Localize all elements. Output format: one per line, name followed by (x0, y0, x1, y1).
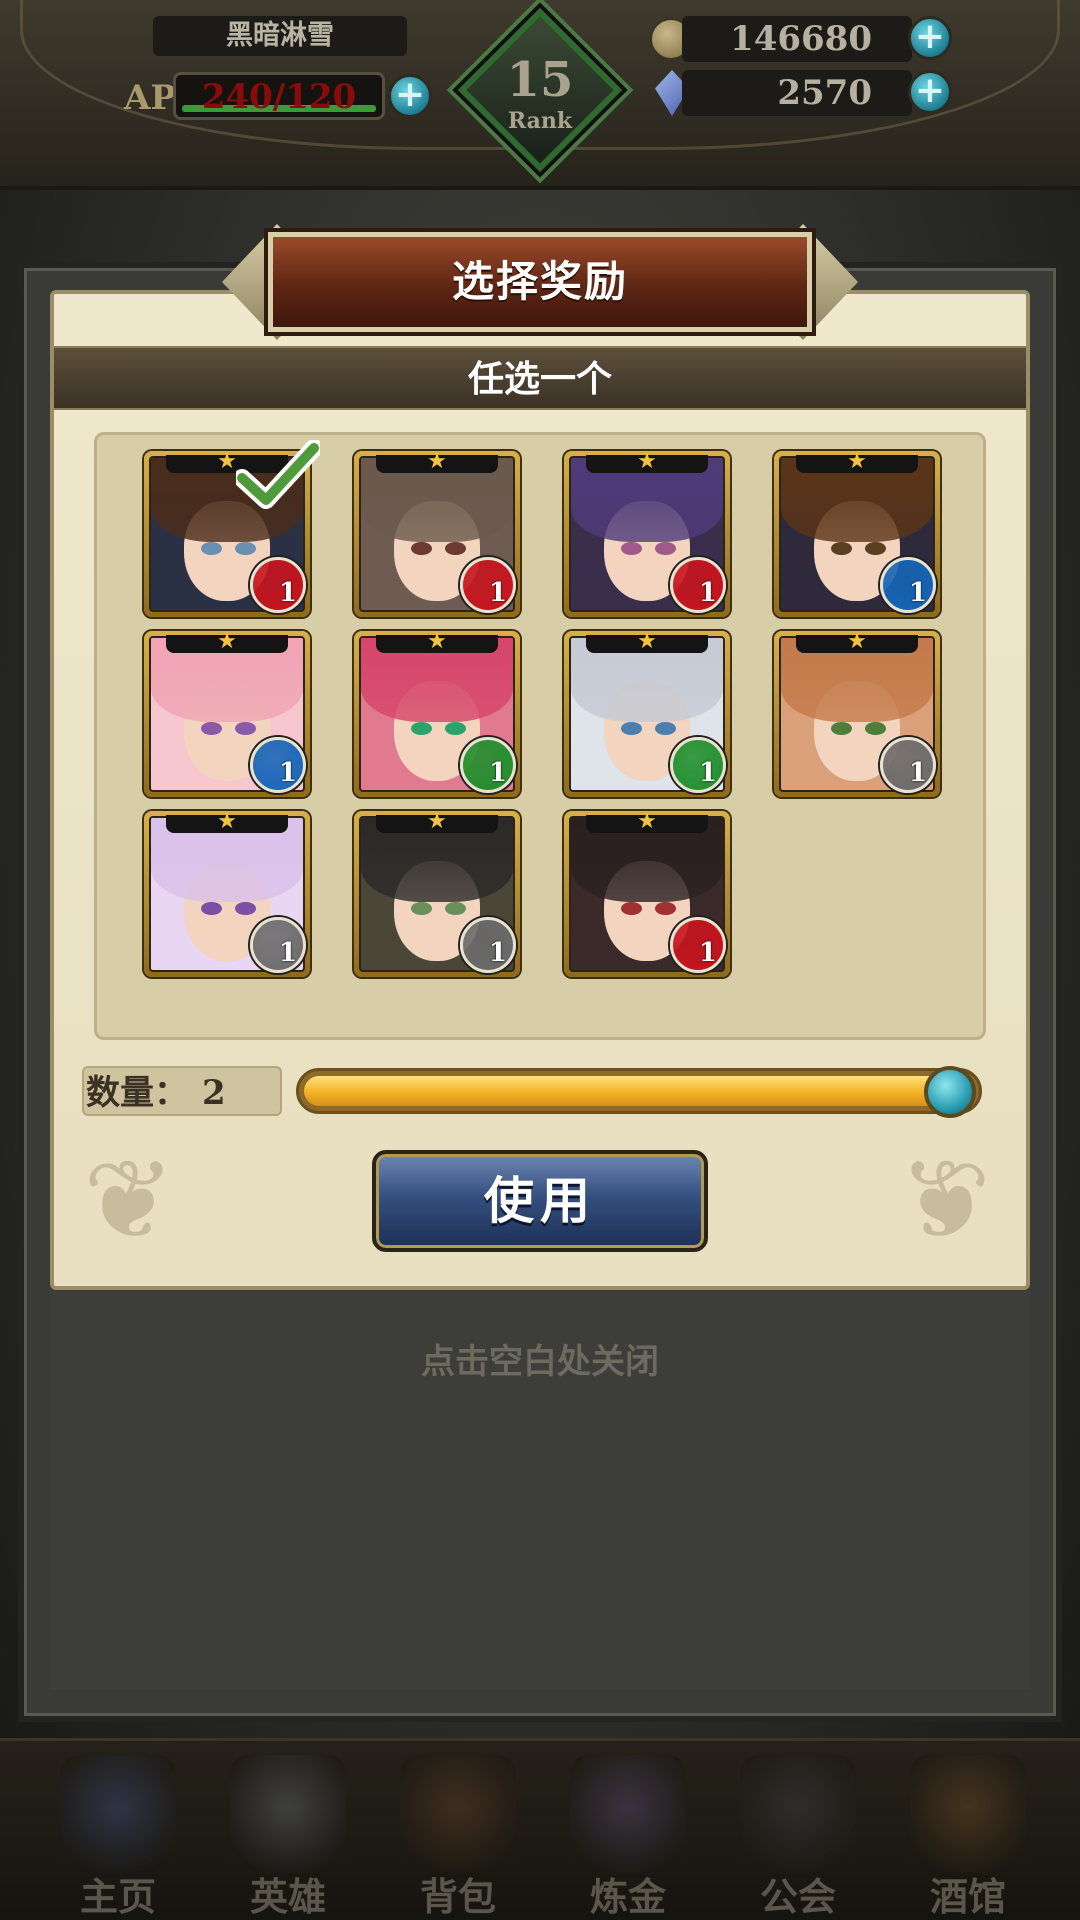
rank-badge[interactable]: 15 Rank (457, 7, 623, 173)
hero-card[interactable]: ★ 1 (564, 631, 730, 797)
left-flourish-ornament: ❦ (82, 1136, 176, 1264)
sword-class-icon: 1 (460, 557, 516, 613)
subtitle-bar: 任选一个 (54, 346, 1026, 410)
hero-eye (234, 901, 256, 916)
hero-card[interactable]: ★ 1 (774, 631, 940, 797)
ap-bar: 240/120 (173, 72, 385, 120)
hero-level: 1 (278, 938, 297, 968)
star-icon: ★ (847, 449, 867, 474)
hero-card[interactable]: ★ 1 (354, 631, 520, 797)
hero-level: 1 (698, 938, 717, 968)
hero-star-bar: ★ (376, 811, 498, 833)
hero-star-bar: ★ (166, 811, 288, 833)
hero-level: 1 (488, 938, 507, 968)
hero-eye (864, 721, 886, 736)
wand-class-icon: 1 (250, 917, 306, 973)
hero-eye (654, 901, 676, 916)
hero-card[interactable]: ★ 1 (354, 811, 520, 977)
star-icon: ★ (427, 809, 447, 834)
hero-card[interactable]: ★ 1 (144, 631, 310, 797)
selected-check-icon (236, 440, 320, 509)
star-icon: ★ (217, 629, 237, 654)
hero-eye (444, 541, 466, 556)
bow-class-icon: 1 (880, 737, 936, 793)
add-gold-button[interactable]: + (908, 16, 952, 60)
quantity-slider-handle[interactable] (924, 1066, 976, 1118)
hero-card[interactable]: ★ 1 (564, 811, 730, 977)
hero-eye (654, 541, 676, 556)
sword-class-icon: 1 (250, 557, 306, 613)
star-icon: ★ (217, 449, 237, 474)
crystal-amount: 2570 (682, 70, 912, 116)
star-icon: ★ (427, 629, 447, 654)
star-icon: ★ (847, 629, 867, 654)
hero-star-bar: ★ (376, 631, 498, 653)
hero-level: 1 (908, 758, 927, 788)
hero-card[interactable]: ★ 1 (774, 451, 940, 617)
star-icon: ★ (637, 809, 657, 834)
hero-eye (234, 541, 256, 556)
wand-class-icon: 1 (460, 917, 516, 973)
ap-value: 240/120 (201, 77, 357, 117)
hero-star-bar: ★ (586, 451, 708, 473)
star-icon: ★ (427, 449, 447, 474)
add-ap-button[interactable]: + (388, 74, 432, 118)
dialog-subtitle: 任选一个 (467, 359, 612, 400)
scythe-class-icon: 1 (670, 557, 726, 613)
hero-eye (444, 901, 466, 916)
hero-card[interactable]: ★ 1 (354, 451, 520, 617)
add-crystal-button[interactable]: + (908, 70, 952, 114)
star-icon: ★ (217, 809, 237, 834)
hero-card[interactable]: ★ 1 (564, 451, 730, 617)
ap-label: AP (124, 78, 176, 118)
gold-amount: 146680 (682, 16, 912, 62)
quantity-label: 数量： (86, 1073, 188, 1113)
staff-class-icon: 1 (250, 737, 306, 793)
hero-level: 1 (698, 578, 717, 608)
leaf-class-icon: 1 (460, 737, 516, 793)
dialog-title: 选择奖励 (451, 257, 628, 306)
leaf-class-icon: 1 (670, 737, 726, 793)
hero-star-bar: ★ (376, 451, 498, 473)
hero-level: 1 (698, 758, 717, 788)
top-hud: 黑暗淋雪 AP 240/120 + 15 Rank 146680 + 2570 … (0, 0, 1080, 190)
scythe-class-icon: 1 (670, 917, 726, 973)
use-button-label: 使用 (484, 1172, 596, 1230)
hero-star-bar: ★ (796, 451, 918, 473)
hero-star-bar: ★ (586, 811, 708, 833)
quantity-slider-fill (304, 1076, 974, 1106)
hero-eye (234, 721, 256, 736)
quantity-value: 2 (202, 1073, 226, 1113)
close-hint: 点击空白处关闭 (421, 1342, 659, 1382)
hero-eye (864, 541, 886, 556)
hero-level: 1 (488, 578, 507, 608)
hero-star-bar: ★ (586, 631, 708, 653)
hero-level: 1 (488, 758, 507, 788)
right-flourish-ornament: ❦ (898, 1136, 992, 1264)
player-name: 黑暗淋雪 (153, 16, 407, 56)
star-icon: ★ (637, 629, 657, 654)
spear-class-icon: 1 (880, 557, 936, 613)
hero-star-bar: ★ (166, 631, 288, 653)
hero-card[interactable]: ★ 1 (144, 811, 310, 977)
hero-level: 1 (908, 578, 927, 608)
quantity-display: 数量： 2 (82, 1066, 282, 1116)
hero-level: 1 (278, 758, 297, 788)
hero-eye (654, 721, 676, 736)
hero-level: 1 (278, 578, 297, 608)
rank-label: Rank (507, 108, 573, 134)
star-icon: ★ (637, 449, 657, 474)
hero-star-bar: ★ (796, 631, 918, 653)
nav-dim-overlay (0, 1738, 1080, 1920)
hero-eye (444, 721, 466, 736)
use-button[interactable]: 使用 (372, 1150, 708, 1252)
rank-number: 15 (506, 52, 574, 108)
quantity-slider[interactable] (296, 1068, 982, 1114)
